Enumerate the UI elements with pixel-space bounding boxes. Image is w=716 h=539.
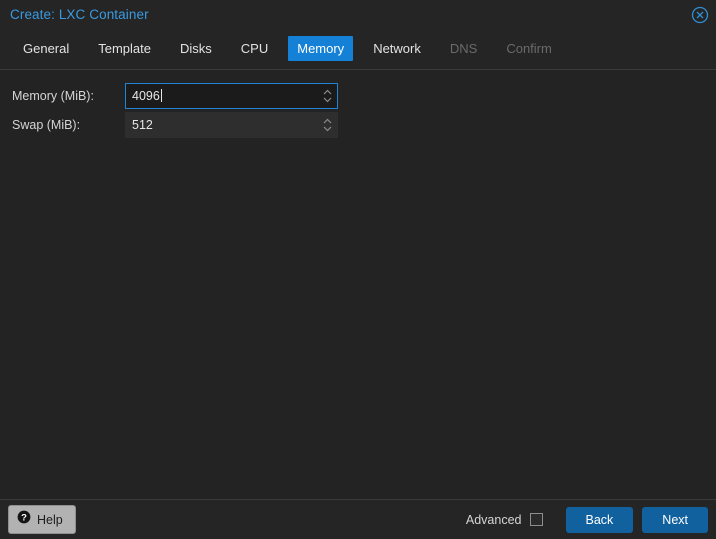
- tab-dns: DNS: [449, 41, 478, 56]
- dialog-footer: ? Help Advanced Back Next: [0, 499, 716, 539]
- dialog-titlebar: Create: LXC Container: [0, 0, 716, 28]
- back-button[interactable]: Back: [565, 506, 634, 533]
- advanced-label: Advanced: [465, 512, 522, 527]
- text-cursor: [160, 89, 162, 102]
- help-button[interactable]: ? Help: [8, 505, 76, 534]
- tab-confirm: Confirm: [506, 41, 552, 56]
- memory-row: Memory (MiB): 4096: [0, 82, 716, 110]
- next-button[interactable]: Next: [642, 506, 708, 533]
- tab-network[interactable]: Network: [364, 36, 430, 61]
- memory-input[interactable]: 4096: [125, 83, 338, 109]
- swap-spinner[interactable]: [318, 113, 337, 137]
- tab-general[interactable]: General: [14, 36, 78, 61]
- create-lxc-container-dialog: Create: LXC Container General Template D…: [0, 0, 716, 539]
- swap-input[interactable]: 512: [125, 112, 338, 138]
- close-icon[interactable]: [691, 6, 709, 24]
- tab-template[interactable]: Template: [89, 36, 160, 61]
- dialog-title: Create: LXC Container: [10, 6, 149, 22]
- swap-label: Swap (MiB):: [12, 118, 81, 132]
- tab-memory[interactable]: Memory: [288, 36, 354, 61]
- help-label: Help: [37, 512, 63, 527]
- svg-text:?: ?: [21, 513, 27, 524]
- memory-value: 4096: [132, 89, 160, 103]
- swap-value: 512: [132, 118, 153, 132]
- tab-disks[interactable]: Disks: [171, 36, 221, 61]
- swap-row: Swap (MiB): 512: [0, 111, 716, 139]
- advanced-checkbox[interactable]: [529, 513, 543, 526]
- memory-settings-panel: Memory (MiB): 4096 Swap (MiB): 512: [0, 70, 716, 499]
- tab-cpu[interactable]: CPU: [232, 36, 277, 61]
- question-circle-icon: ?: [17, 510, 31, 529]
- memory-label: Memory (MiB):: [12, 89, 94, 103]
- memory-spinner[interactable]: [318, 84, 337, 108]
- wizard-tabs: General Template Disks CPU Memory Networ…: [0, 28, 716, 70]
